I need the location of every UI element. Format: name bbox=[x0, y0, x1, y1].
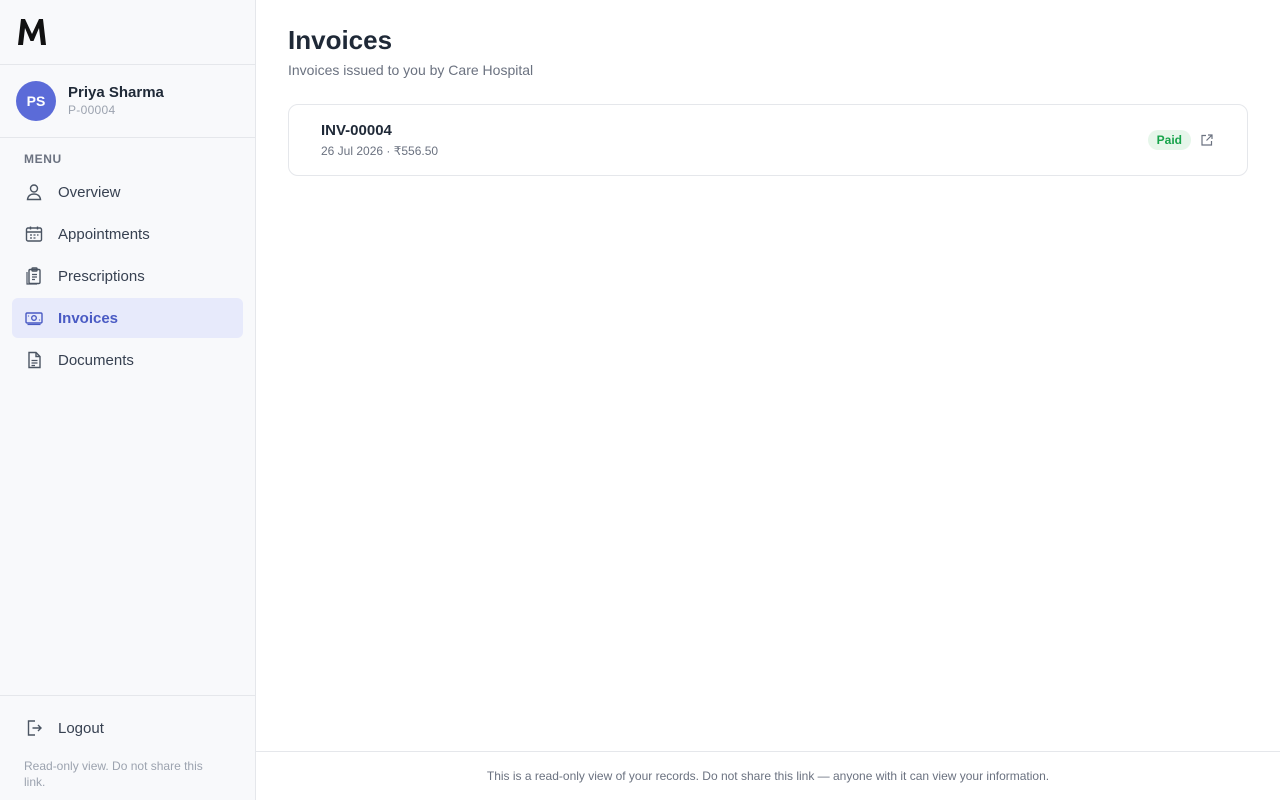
sidebar-note: Read-only view. Do not share this link. bbox=[24, 759, 203, 789]
invoice-date: 26 Jul 2026 bbox=[321, 144, 384, 158]
status-badge: Paid bbox=[1147, 130, 1191, 150]
invoice-info: INV-00004 26 Jul 2026 · ₹556.50 bbox=[321, 121, 438, 159]
sidebar-item-label: Overview bbox=[58, 183, 121, 201]
m-logo-icon bbox=[18, 19, 46, 45]
sidebar-item-invoices[interactable]: Invoices bbox=[12, 298, 243, 338]
calendar-icon bbox=[24, 224, 44, 244]
footer-text: This is a read-only view of your records… bbox=[486, 769, 1050, 783]
profile-name: Priya Sharma bbox=[68, 84, 164, 101]
profile: PS Priya Sharma P-00004 bbox=[0, 65, 255, 138]
logout-icon bbox=[24, 718, 44, 738]
logout-label: Logout bbox=[58, 719, 104, 737]
sidebar: PS Priya Sharma P-00004 MENU Overview Ap… bbox=[0, 0, 256, 800]
invoice-card[interactable]: INV-00004 26 Jul 2026 · ₹556.50 Paid bbox=[288, 104, 1248, 176]
sidebar-item-appointments[interactable]: Appointments bbox=[12, 214, 243, 254]
meta-separator: · bbox=[383, 144, 394, 158]
external-link-icon[interactable] bbox=[1199, 132, 1215, 148]
sidebar-item-overview[interactable]: Overview bbox=[12, 172, 243, 212]
sidebar-item-label: Documents bbox=[58, 351, 134, 369]
logout-button[interactable]: Logout bbox=[12, 708, 243, 748]
clipboard-icon bbox=[24, 266, 44, 286]
invoice-amount: ₹556.50 bbox=[393, 144, 439, 158]
menu-label: MENU bbox=[24, 152, 62, 166]
app-root: PS Priya Sharma P-00004 MENU Overview Ap… bbox=[0, 0, 1280, 800]
content: Invoices Invoices issued to you by Care … bbox=[256, 0, 1280, 176]
invoice-actions: Paid bbox=[1147, 130, 1215, 150]
page-subtitle: Invoices issued to you by Care Hospital bbox=[288, 62, 534, 78]
avatar: PS bbox=[16, 81, 56, 121]
sidebar-nav: Overview Appointments Prescriptions Invo… bbox=[0, 172, 255, 380]
main-content: Invoices Invoices issued to you by Care … bbox=[256, 0, 1280, 800]
sidebar-item-prescriptions[interactable]: Prescriptions bbox=[12, 256, 243, 296]
profile-text: Priya Sharma P-00004 bbox=[68, 84, 164, 118]
sidebar-item-label: Appointments bbox=[58, 225, 150, 243]
document-icon bbox=[24, 350, 44, 370]
invoice-meta: 26 Jul 2026 · ₹556.50 bbox=[321, 143, 438, 159]
invoice-number: INV-00004 bbox=[321, 122, 392, 139]
sidebar-bottom: Logout Read-only view. Do not share this… bbox=[0, 695, 255, 800]
sidebar-item-label: Invoices bbox=[58, 309, 119, 327]
patient-id: P-00004 bbox=[68, 103, 116, 117]
page-title: Invoices bbox=[288, 25, 393, 55]
sidebar-item-documents[interactable]: Documents bbox=[12, 340, 243, 380]
logo-row bbox=[0, 0, 255, 65]
user-icon bbox=[24, 182, 44, 202]
footer: This is a read-only view of your records… bbox=[256, 751, 1280, 800]
sidebar-item-label: Prescriptions bbox=[58, 267, 145, 285]
money-icon bbox=[24, 308, 44, 328]
